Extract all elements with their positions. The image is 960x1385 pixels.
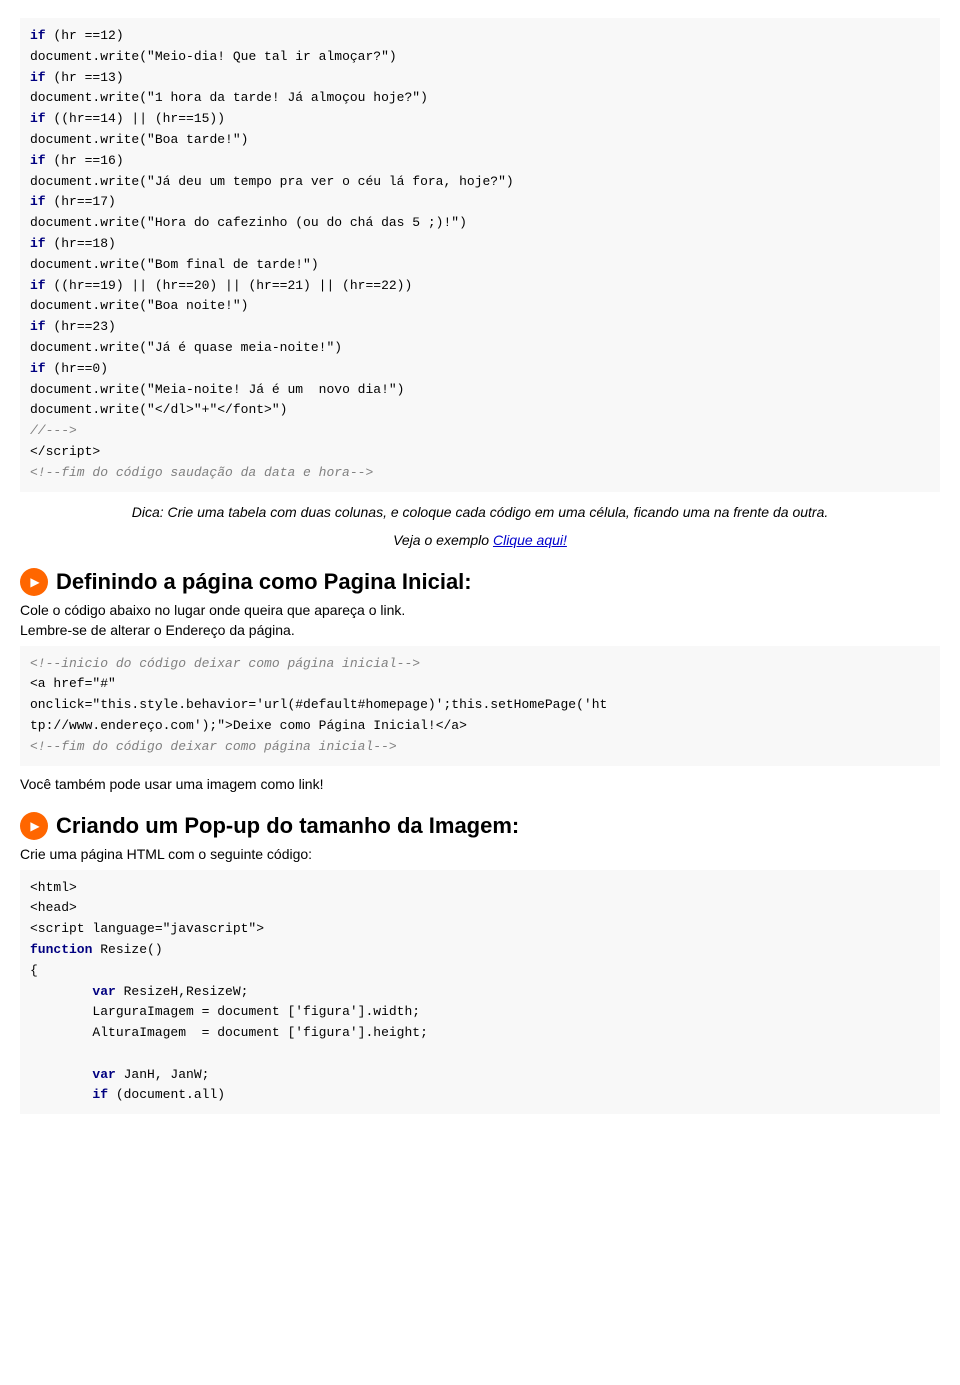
section-title-pagina: Definindo a página como Pagina Inicial: [56,569,472,595]
section-desc1-popup: Crie uma página HTML com o seguinte códi… [20,846,940,862]
section-desc1-pagina: Cole o código abaixo no lugar onde queir… [20,602,940,618]
section-pagina-inicial-header: Definindo a página como Pagina Inicial: [20,568,940,596]
code-block-top: if (hr ==12) document.write("Meio-dia! Q… [20,18,940,492]
section-title-popup: Criando um Pop-up do tamanho da Imagem: [56,813,519,839]
plain-text-imagem: Você também pode usar uma imagem como li… [20,776,940,792]
veja-o-exemplo-label: Veja o exemplo [393,532,493,548]
code-block-popup: <html> <head> <script language="javascri… [20,870,940,1115]
code-block-pagina-inicial: <!--inicio do código deixar como página … [20,646,940,766]
section-icon-pagina [20,568,48,596]
tip-text: Dica: Crie uma tabela com duas colunas, … [20,504,940,520]
section-popup-header: Criando um Pop-up do tamanho da Imagem: [20,812,940,840]
clique-aqui-link[interactable]: Clique aqui! [493,532,567,548]
tip-example: Veja o exemplo Clique aqui! [20,532,940,548]
section-icon-popup [20,812,48,840]
section-desc2-pagina: Lembre-se de alterar o Endereço da págin… [20,622,940,638]
